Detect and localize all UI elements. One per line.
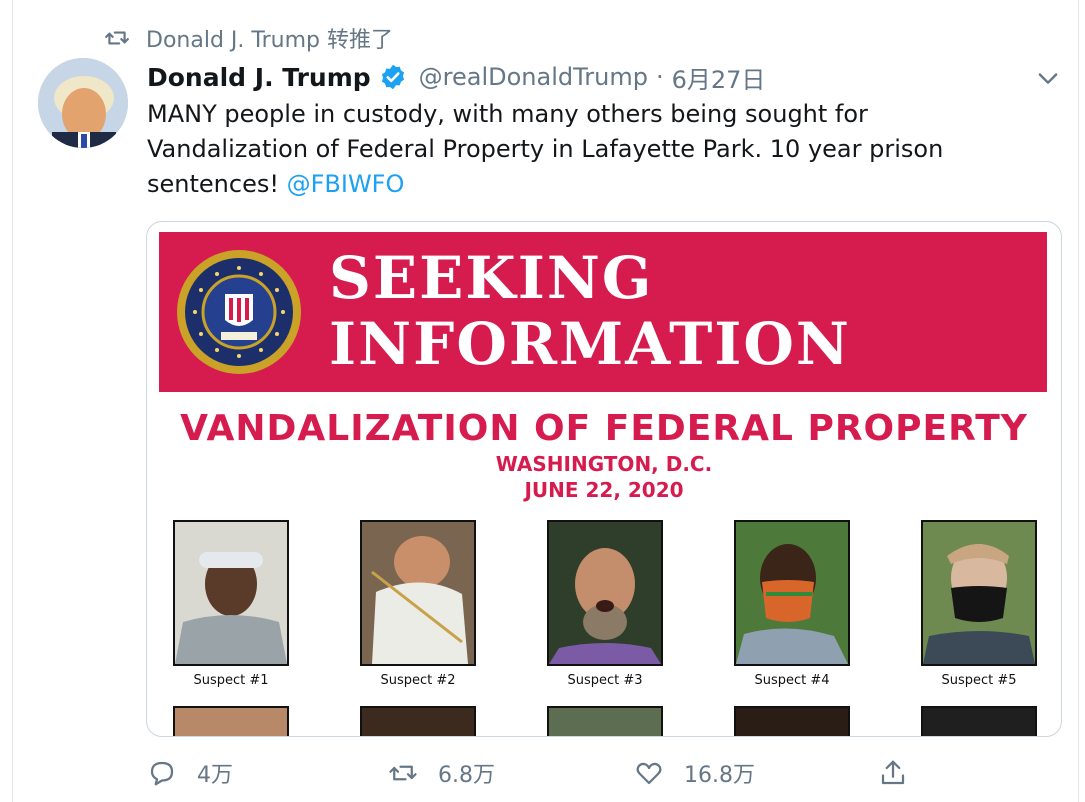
- date-separator: ·: [655, 63, 664, 91]
- suspect-caption: Suspect #2: [380, 673, 456, 688]
- suspect-photo: [547, 520, 663, 666]
- suspect-caption: Suspect #3: [567, 673, 643, 688]
- suspect-photo: [921, 520, 1037, 666]
- timeline-border-right: [1078, 0, 1079, 802]
- retweet-count: 6.8万: [438, 763, 495, 788]
- tweet-text-line: sentences! @FBIWFO: [147, 167, 1047, 202]
- tweet-text-line: Vandalization of Federal Property in Laf…: [147, 135, 944, 163]
- suspect-caption: Suspect #4: [754, 673, 830, 688]
- verified-badge-icon: [381, 64, 404, 90]
- banner-seeking: SEEKING: [329, 244, 654, 312]
- suspect-photo-partial: [360, 706, 476, 736]
- poster-place: WASHINGTON, D.C.: [495, 452, 713, 476]
- poster-date: JUNE 22, 2020: [524, 478, 684, 502]
- retweet-button[interactable]: 6.8万: [388, 755, 495, 791]
- tweet-text: MANY people in custody, with many others…: [147, 97, 1047, 202]
- reply-button[interactable]: 4万: [147, 755, 233, 791]
- avatar-image: [38, 58, 128, 148]
- retweet-icon: [389, 765, 417, 781]
- suspect-photo-partial: [547, 706, 663, 736]
- avatar[interactable]: [38, 58, 128, 148]
- suspect-photo: [734, 520, 850, 666]
- tweet-header: Donald J. Trump @realDonaldTrump · 6月27日: [147, 60, 765, 94]
- suspect-photo: [173, 520, 289, 666]
- suspect-photo: [360, 520, 476, 666]
- suspect-caption: Suspect #5: [941, 673, 1017, 688]
- share-button[interactable]: [878, 755, 928, 791]
- banner-information: INFORMATION: [329, 310, 851, 378]
- tweet-date[interactable]: 6月27日: [672, 60, 766, 95]
- retweet-context-text: Donald J. Trump 转推了: [146, 28, 393, 53]
- tweet-text-line: MANY people in custody, with many others…: [147, 100, 868, 128]
- timeline-border-left: [12, 0, 13, 802]
- heart-icon: [636, 762, 662, 785]
- reply-icon: [150, 761, 174, 786]
- author-name[interactable]: Donald J. Trump: [147, 63, 371, 92]
- suspect-photo-partial: [173, 706, 289, 736]
- author-handle[interactable]: @realDonaldTrump: [419, 63, 648, 91]
- like-count: 16.8万: [684, 763, 755, 788]
- retweet-context[interactable]: Donald J. Trump 转推了: [104, 22, 393, 54]
- tweet-text-fragment: sentences!: [147, 170, 287, 198]
- reply-count: 4万: [197, 763, 233, 788]
- suspect-card: Suspect #2: [360, 520, 476, 688]
- fbi-seal-icon: [177, 250, 301, 374]
- suspect-card: Suspect #1: [173, 520, 289, 688]
- suspect-photo-partial: [921, 706, 1037, 736]
- suspect-caption: Suspect #1: [193, 673, 269, 688]
- suspect-card: Suspect #5: [921, 520, 1037, 688]
- suspect-card: Suspect #3: [547, 520, 663, 688]
- tweet-media-image[interactable]: SEEKING INFORMATION VANDALIZATION OF FED…: [146, 221, 1062, 737]
- mention-link[interactable]: @FBIWFO: [287, 170, 405, 198]
- suspect-photo-partial: [734, 706, 850, 736]
- poster-title: VANDALIZATION OF FEDERAL PROPERTY: [180, 408, 1028, 449]
- share-icon: [881, 760, 905, 785]
- chevron-down-icon[interactable]: [1034, 64, 1062, 92]
- retweet-icon: [105, 31, 129, 45]
- like-button[interactable]: 16.8万: [634, 755, 755, 791]
- poster-banner: SEEKING INFORMATION: [159, 232, 1047, 392]
- suspect-card: Suspect #4: [734, 520, 850, 688]
